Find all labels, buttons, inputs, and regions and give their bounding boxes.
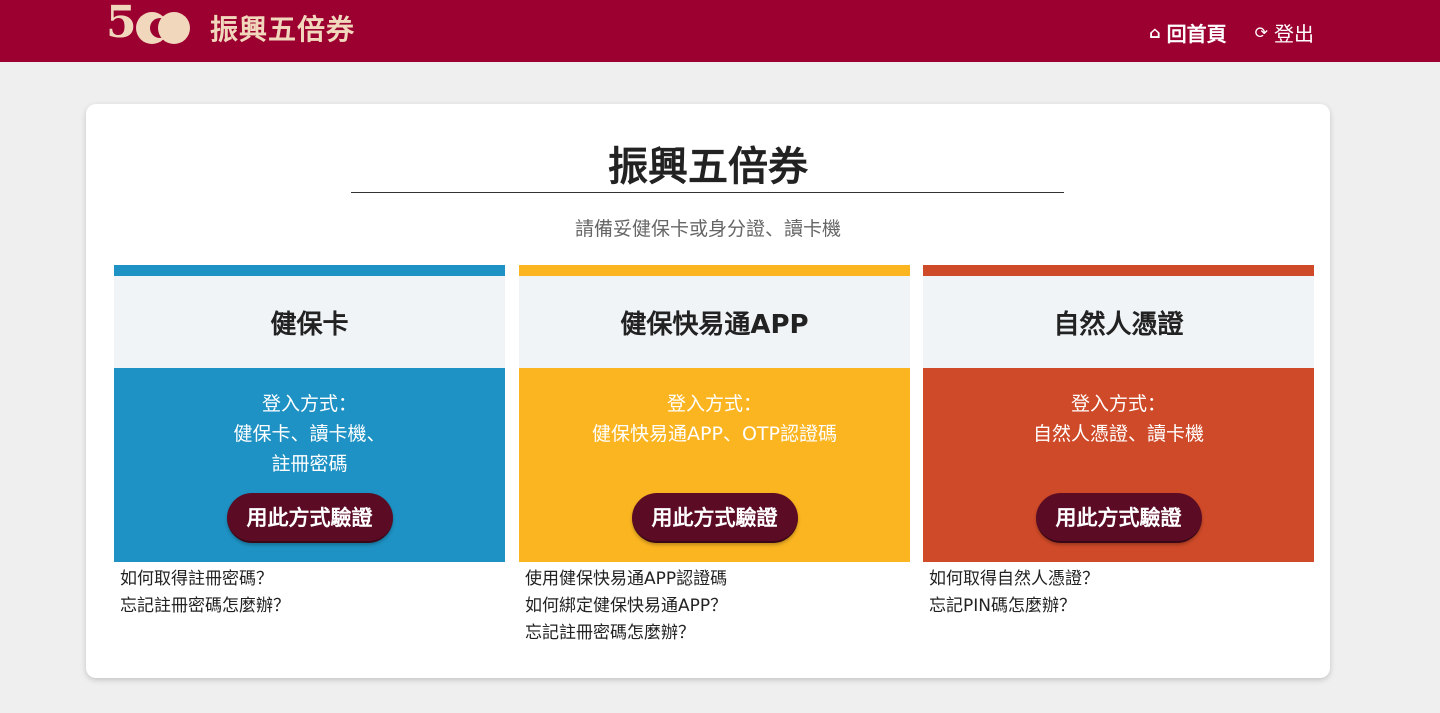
- desc-line: 登入方式：: [1070, 393, 1166, 415]
- help-links: 如何取得自然人憑證？ 忘記PIN碼怎麼辦？: [923, 562, 1314, 620]
- desc-line: 註冊密碼: [271, 453, 348, 475]
- help-link-use-app-code[interactable]: 使用健保快易通APP認證碼: [525, 566, 910, 593]
- help-link-forgot-password[interactable]: 忘記註冊密碼怎麼辦？: [120, 593, 505, 620]
- top-nav: ⌂ 回首頁 ⟳ 登出: [1149, 18, 1314, 47]
- desc-line: 健保卡、讀卡機、: [233, 423, 386, 445]
- method-title: 自然人憑證: [923, 276, 1314, 368]
- verify-button-citizen-certificate[interactable]: 用此方式驗證: [1035, 493, 1202, 543]
- method-card-nhi-app: 健保快易通APP 登入方式： 健保快易通APP、OTP認證碼 用此方式驗證 使用…: [519, 265, 910, 647]
- verify-button-health-card[interactable]: 用此方式驗證: [226, 493, 393, 543]
- home-label: 回首頁: [1166, 22, 1227, 46]
- method-body: 登入方式： 健保快易通APP、OTP認證碼 用此方式驗證: [519, 368, 910, 562]
- desc-line: 健保快易通APP、OTP認證碼: [592, 423, 837, 445]
- top-bar: 5 振興五倍券 ⌂ 回首頁 ⟳ 登出: [0, 0, 1440, 62]
- method-description: 登入方式： 自然人憑證、讀卡機: [923, 368, 1314, 449]
- logo[interactable]: 5 振興五倍券: [106, 1, 354, 54]
- method-color-stripe: [923, 265, 1314, 276]
- desc-line: 登入方式：: [261, 393, 357, 415]
- login-panel: 振興五倍券 請備妥健保卡或身分證、讀卡機 健保卡 登入方式： 健保卡、讀卡機、 …: [86, 104, 1330, 678]
- help-link-forgot-pin[interactable]: 忘記PIN碼怎麼辦？: [929, 593, 1314, 620]
- logout-label: 登出: [1274, 22, 1314, 46]
- help-link-bind-app[interactable]: 如何綁定健保快易通APP？: [525, 593, 910, 620]
- method-title: 健保卡: [114, 276, 505, 368]
- desc-line: 登入方式：: [666, 393, 762, 415]
- method-body: 登入方式： 健保卡、讀卡機、 註冊密碼 用此方式驗證: [114, 368, 505, 562]
- method-title: 健保快易通APP: [519, 276, 910, 368]
- method-card-health-card: 健保卡 登入方式： 健保卡、讀卡機、 註冊密碼 用此方式驗證 如何取得註冊密碼？…: [114, 265, 505, 620]
- page-subtitle: 請備妥健保卡或身分證、讀卡機: [574, 218, 841, 240]
- help-link-get-certificate[interactable]: 如何取得自然人憑證？: [929, 566, 1314, 593]
- page-title: 振興五倍券: [608, 144, 808, 190]
- logo-text: 振興五倍券: [210, 13, 356, 46]
- method-color-stripe: [114, 265, 505, 276]
- help-link-forgot-password[interactable]: 忘記註冊密碼怎麼辦？: [525, 620, 910, 647]
- logo-5000-mark: 5: [106, 1, 206, 54]
- home-icon: ⌂: [1149, 23, 1161, 42]
- method-description: 登入方式： 健保快易通APP、OTP認證碼: [519, 368, 910, 449]
- method-card-citizen-certificate: 自然人憑證 登入方式： 自然人憑證、讀卡機 用此方式驗證 如何取得自然人憑證？ …: [923, 265, 1314, 620]
- method-color-stripe: [519, 265, 910, 276]
- home-link[interactable]: ⌂ 回首頁: [1149, 18, 1226, 47]
- method-body: 登入方式： 自然人憑證、讀卡機 用此方式驗證: [923, 368, 1314, 562]
- help-link-get-password[interactable]: 如何取得註冊密碼？: [120, 566, 505, 593]
- method-description: 登入方式： 健保卡、讀卡機、 註冊密碼: [114, 368, 505, 479]
- title-divider: [351, 192, 1064, 193]
- desc-line: 自然人憑證、讀卡機: [1032, 423, 1204, 445]
- verify-button-nhi-app[interactable]: 用此方式驗證: [631, 493, 798, 543]
- logout-link[interactable]: ⟳ 登出: [1255, 18, 1314, 47]
- help-links: 使用健保快易通APP認證碼 如何綁定健保快易通APP？ 忘記註冊密碼怎麼辦？: [519, 562, 910, 647]
- help-links: 如何取得註冊密碼？ 忘記註冊密碼怎麼辦？: [114, 562, 505, 620]
- logout-icon: ⟳: [1254, 23, 1268, 42]
